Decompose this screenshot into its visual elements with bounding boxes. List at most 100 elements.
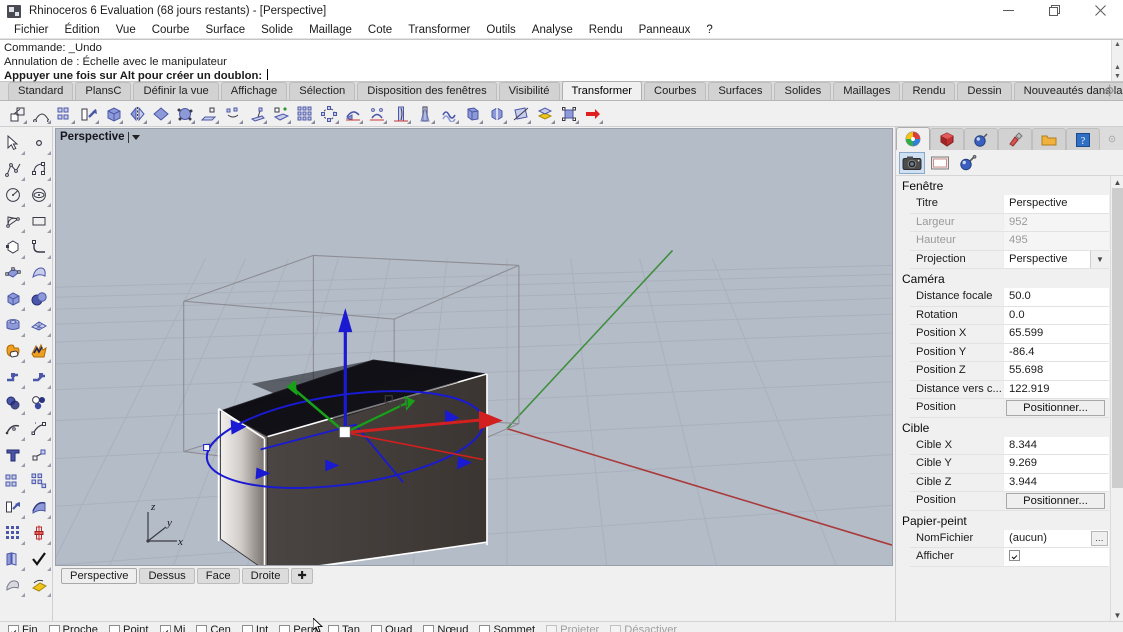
- array-icon[interactable]: [54, 103, 76, 125]
- property-value[interactable]: 55.698: [1003, 362, 1109, 381]
- check-icon[interactable]: [27, 547, 51, 571]
- browse-file-button[interactable]: …: [1091, 530, 1108, 546]
- scrollbar-thumb[interactable]: [1112, 188, 1123, 488]
- panel-tab-files[interactable]: [1032, 128, 1066, 150]
- curve-fillet-icon[interactable]: [27, 235, 51, 259]
- add-viewport-tab-button[interactable]: ✚: [291, 567, 313, 584]
- property-value[interactable]: 65.599: [1003, 325, 1109, 344]
- toolbar-tab-s-lection[interactable]: Sélection: [289, 82, 356, 100]
- property-button-cell[interactable]: Positionner...: [1003, 399, 1109, 418]
- ellipse-icon[interactable]: [27, 183, 51, 207]
- smooth-icon[interactable]: [438, 103, 460, 125]
- extrude-icon[interactable]: [27, 469, 51, 493]
- toolbar-tab-standard[interactable]: Standard: [8, 82, 74, 100]
- camera-icon[interactable]: [899, 151, 925, 174]
- osnap-fin[interactable]: Fin: [8, 624, 38, 632]
- property-value[interactable]: 122.919: [1003, 380, 1109, 399]
- move-icon[interactable]: [78, 103, 100, 125]
- toolbar-tab-affichage[interactable]: Affichage: [220, 82, 288, 100]
- gear-icon[interactable]: [1103, 84, 1117, 98]
- property-value[interactable]: 8.344: [1003, 436, 1109, 455]
- osnap-mi[interactable]: Mi: [159, 624, 185, 632]
- polyline-icon[interactable]: [1, 157, 25, 181]
- checkbox[interactable]: [159, 624, 171, 632]
- toolbar-tab-disposition-des-fen-tres[interactable]: Disposition des fenêtres: [357, 82, 497, 100]
- material-icon[interactable]: [955, 152, 981, 174]
- checkbox[interactable]: [196, 624, 208, 632]
- toolbar-tab-surfaces[interactable]: Surfaces: [708, 82, 773, 100]
- osnap-sommet[interactable]: Sommet: [479, 624, 535, 632]
- menu-item-fichier[interactable]: Fichier: [6, 22, 57, 39]
- panel-tab-render[interactable]: [964, 128, 998, 150]
- osnap-tan[interactable]: Tan: [327, 624, 360, 632]
- property-value[interactable]: Perspective: [1003, 195, 1109, 214]
- point-icon[interactable]: [27, 131, 51, 155]
- shade-icon[interactable]: [1, 573, 25, 597]
- surface-pts-icon[interactable]: [1, 261, 25, 285]
- shear-icon[interactable]: [198, 103, 220, 125]
- menu-item-courbe[interactable]: Courbe: [144, 22, 198, 39]
- afficher-checkbox[interactable]: [1009, 550, 1020, 561]
- menu-item-vue[interactable]: Vue: [108, 22, 144, 39]
- toolbar-tab-visibilit-[interactable]: Visibilité: [498, 82, 560, 100]
- checkbox[interactable]: [279, 624, 291, 632]
- explode-icon[interactable]: [27, 339, 51, 363]
- rotate-3d-icon[interactable]: [102, 103, 124, 125]
- bend-icon[interactable]: [390, 103, 412, 125]
- positionner-button[interactable]: Positionner...: [1006, 400, 1105, 416]
- toolbar-tab-solides[interactable]: Solides: [774, 82, 832, 100]
- property-value[interactable]: -86.4: [1003, 343, 1109, 362]
- property-button-cell[interactable]: Positionner...: [1003, 492, 1109, 511]
- positionner-button[interactable]: Positionner...: [1006, 493, 1105, 509]
- checkbox[interactable]: [327, 624, 339, 632]
- viewport-tab-face[interactable]: Face: [196, 567, 240, 584]
- trim-icon[interactable]: [510, 103, 532, 125]
- toolbar-tab-d-finir-la-vue[interactable]: Définir la vue: [133, 82, 219, 100]
- menu-item-panneaux[interactable]: Panneaux: [631, 22, 699, 39]
- property-value[interactable]: 9.269: [1003, 455, 1109, 474]
- chamfer-edge-icon[interactable]: [27, 365, 51, 389]
- menu-item--dition[interactable]: Édition: [57, 22, 108, 39]
- property-value[interactable]: 0.0: [1003, 306, 1109, 325]
- command-input-caret[interactable]: [267, 69, 269, 80]
- viewport-tab-droite[interactable]: Droite: [241, 567, 290, 584]
- scroll-down-icon[interactable]: ▲: [1114, 63, 1121, 72]
- osnap-proche[interactable]: Proche: [48, 624, 98, 632]
- property-checkbox-cell[interactable]: [1003, 548, 1109, 567]
- chevron-down-icon[interactable]: ▼: [1090, 250, 1109, 268]
- boolean-icon[interactable]: [1, 391, 25, 415]
- menu-item-maillage[interactable]: Maillage: [301, 22, 360, 39]
- property-value[interactable]: Perspective ▼: [1003, 250, 1109, 269]
- arrow-red-icon[interactable]: [582, 103, 604, 125]
- menu-item-solide[interactable]: Solide: [253, 22, 301, 39]
- perspective-viewport[interactable]: Perspective z y x: [55, 128, 893, 566]
- menu-item-surface[interactable]: Surface: [197, 22, 253, 39]
- scroll-down-icon[interactable]: ▼: [1111, 609, 1123, 621]
- project-icon[interactable]: [246, 103, 268, 125]
- control-pt-curve-icon[interactable]: [27, 157, 51, 181]
- toolbar-tab-dessin[interactable]: Dessin: [957, 82, 1012, 100]
- sphere-icon[interactable]: [27, 287, 51, 311]
- box-solid-icon[interactable]: [1, 495, 25, 519]
- checkbox[interactable]: [423, 624, 435, 632]
- viewport-tab-dessus[interactable]: Dessus: [139, 567, 195, 584]
- layers-icon[interactable]: [1, 547, 25, 571]
- array-icon[interactable]: [1, 469, 25, 493]
- mirror-icon[interactable]: [126, 103, 148, 125]
- arc-blend-icon[interactable]: [30, 103, 52, 125]
- checkbox[interactable]: [241, 624, 253, 632]
- property-value[interactable]: 3.944: [1003, 473, 1109, 492]
- panel-options-gear-icon[interactable]: [1101, 128, 1123, 150]
- mesh-icon[interactable]: [27, 313, 51, 337]
- chevron-down-icon[interactable]: [131, 134, 140, 140]
- select-icon[interactable]: [1, 131, 25, 155]
- checkbox[interactable]: [8, 624, 19, 632]
- menu-item-transformer[interactable]: Transformer: [400, 22, 478, 39]
- osnap-point[interactable]: Point: [109, 624, 149, 632]
- gumball-icon[interactable]: [558, 103, 580, 125]
- osnap-n-ud[interactable]: Nœud: [423, 624, 468, 632]
- maximize-button[interactable]: [1031, 0, 1077, 22]
- minimize-button[interactable]: [985, 0, 1031, 22]
- panel-tab-layers[interactable]: [930, 128, 964, 150]
- toolbar-tab-rendu[interactable]: Rendu: [902, 82, 956, 100]
